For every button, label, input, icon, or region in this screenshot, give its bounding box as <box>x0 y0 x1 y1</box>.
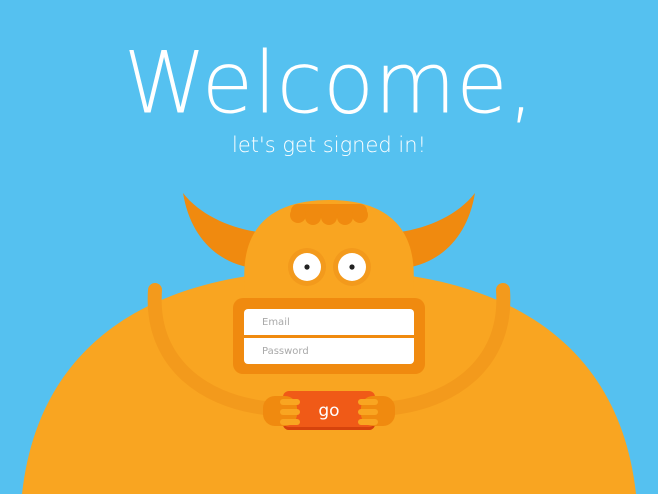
monster-hair <box>290 204 368 225</box>
monster-left-eye <box>288 248 326 286</box>
email-field[interactable] <box>244 309 414 335</box>
password-field[interactable] <box>244 338 414 364</box>
page-subtitle: let's get signed in! <box>232 133 426 157</box>
go-button[interactable]: go <box>283 391 375 430</box>
page-title: Welcome, <box>123 33 535 133</box>
monster-right-eye <box>333 248 371 286</box>
login-screen: Welcome, let's get signed in! go <box>0 0 658 494</box>
